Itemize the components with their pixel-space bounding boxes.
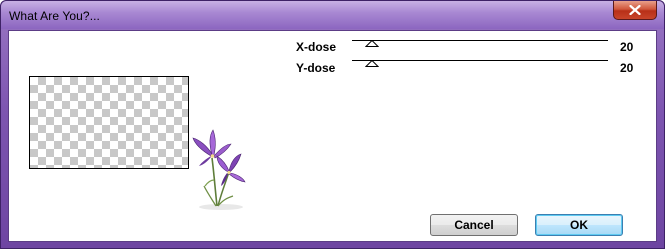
- window-title: What Are You?...: [9, 9, 100, 23]
- x-dose-slider-thumb[interactable]: [365, 40, 380, 47]
- x-dose-value: 20: [620, 40, 634, 54]
- preview-canvas: [29, 76, 189, 169]
- x-dose-slider-track[interactable]: [352, 40, 608, 41]
- title-bar[interactable]: What Are You?...: [1, 1, 664, 29]
- iris-flower-icon: [192, 129, 246, 210]
- y-dose-slider-thumb[interactable]: [365, 60, 380, 67]
- y-dose-value: 20: [620, 61, 634, 75]
- x-dose-label: X-dose: [296, 40, 337, 54]
- y-dose-label: Y-dose: [296, 61, 336, 75]
- close-button[interactable]: [613, 1, 657, 20]
- y-dose-slider-track[interactable]: [352, 60, 608, 61]
- cancel-button[interactable]: Cancel: [430, 214, 518, 236]
- dialog-window: What Are You?... X-dose 20 Y-dose 20 Can…: [0, 0, 665, 249]
- ok-button[interactable]: OK: [535, 214, 623, 236]
- dialog-client-area: X-dose 20 Y-dose 20 Cancel OK: [8, 30, 657, 242]
- close-icon: [629, 5, 641, 15]
